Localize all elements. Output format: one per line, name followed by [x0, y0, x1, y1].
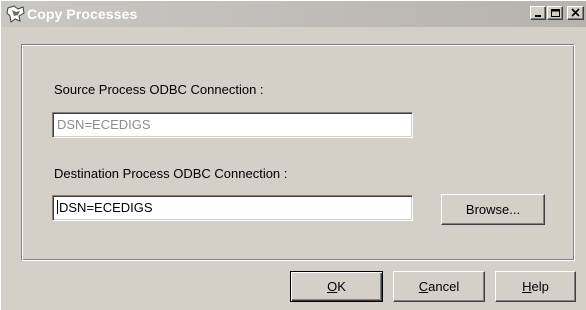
cancel-button[interactable]: Cancel — [393, 271, 485, 302]
connection-group — [21, 44, 575, 261]
help-mnemonic: H — [522, 279, 532, 294]
close-icon — [571, 8, 580, 17]
ok-button[interactable]: OK — [290, 271, 383, 302]
maximize-icon — [551, 9, 560, 17]
minimize-button[interactable] — [530, 6, 546, 20]
window-title: Copy Processes — [27, 6, 138, 22]
minimize-icon — [535, 15, 541, 17]
maximize-button[interactable] — [547, 6, 563, 20]
help-button[interactable]: Help — [495, 271, 576, 302]
source-connection-field: DSN=ECEDIGS — [52, 112, 413, 138]
text-cursor — [57, 200, 58, 214]
browse-button[interactable]: Browse... — [441, 194, 545, 225]
ok-label-rest: K — [337, 279, 346, 294]
destination-connection-field[interactable]: DSN=ECEDIGS — [52, 195, 413, 221]
source-connection-label: Source Process ODBC Connection : — [54, 82, 264, 97]
copy-processes-dialog: Copy Processes Source Process ODBC Conne… — [0, 0, 586, 310]
cancel-label-rest: ancel — [428, 279, 460, 294]
destination-connection-value: DSN=ECEDIGS — [59, 200, 153, 215]
destination-connection-label: Destination Process ODBC Connection : — [54, 166, 288, 181]
application-icon[interactable] — [5, 4, 27, 24]
close-button[interactable] — [567, 6, 584, 20]
ok-mnemonic: O — [327, 279, 338, 294]
cancel-mnemonic: C — [418, 279, 429, 294]
help-label-rest: elp — [531, 279, 549, 294]
title-bar[interactable]: Copy Processes — [1, 1, 586, 27]
